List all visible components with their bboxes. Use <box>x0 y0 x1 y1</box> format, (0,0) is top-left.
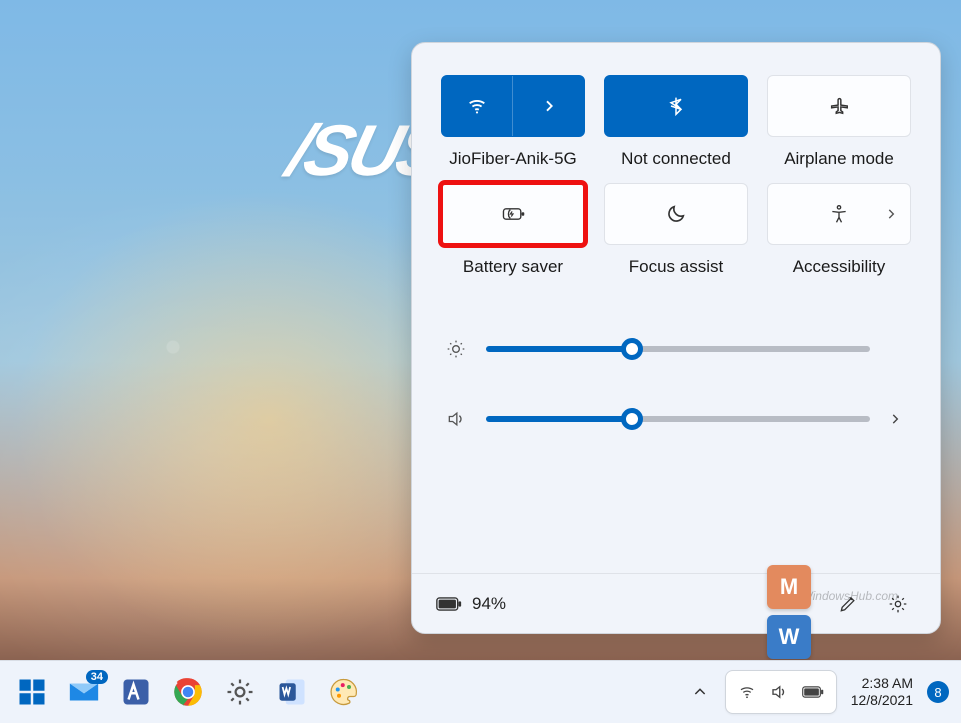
chevron-right-icon <box>884 207 898 221</box>
speaker-tray-icon <box>770 683 788 701</box>
mail-badge: 34 <box>86 670 108 684</box>
paint-app[interactable] <box>320 668 368 716</box>
accessibility-label: Accessibility <box>793 257 886 277</box>
brightness-slider-thumb[interactable] <box>621 338 643 360</box>
wifi-tile[interactable] <box>441 75 585 137</box>
accessibility-tile[interactable] <box>767 183 911 245</box>
bluetooth-icon <box>666 96 686 116</box>
battery-saver-label: Battery saver <box>463 257 563 277</box>
focus-assist-tile[interactable] <box>604 183 748 245</box>
airplane-mode-label: Airplane mode <box>784 149 894 169</box>
battery-icon <box>436 596 462 612</box>
system-tray[interactable] <box>725 670 837 714</box>
watermark-logo: M W <box>767 565 811 665</box>
chrome-icon <box>173 677 203 707</box>
volume-slider-thumb[interactable] <box>621 408 643 430</box>
taskbar-date: 12/8/2021 <box>851 692 913 710</box>
battery-saver-tile[interactable] <box>441 183 585 245</box>
volume-row <box>446 395 906 443</box>
battery-saver-icon <box>500 204 526 224</box>
battery-status[interactable]: 94% <box>436 594 506 614</box>
quick-settings-panel: JioFiber-Anik-5G Not connected Airplane … <box>411 42 941 634</box>
word-app[interactable] <box>268 668 316 716</box>
sliders-section <box>412 285 940 475</box>
brightness-row <box>446 325 906 373</box>
chrome-app[interactable] <box>164 668 212 716</box>
chevron-right-icon <box>541 98 557 114</box>
wifi-tray-icon <box>738 683 756 701</box>
start-button[interactable] <box>8 668 56 716</box>
bluetooth-tile[interactable] <box>604 75 748 137</box>
gear-icon <box>225 677 255 707</box>
app-icon <box>121 677 151 707</box>
watermark-w: W <box>767 615 811 659</box>
wifi-expand-button[interactable] <box>513 76 584 136</box>
word-icon <box>277 677 307 707</box>
accessibility-icon <box>829 204 849 224</box>
mail-app[interactable]: 34 <box>60 668 108 716</box>
airplane-icon <box>828 95 850 117</box>
speaker-icon <box>446 409 468 429</box>
focus-assist-label: Focus assist <box>629 257 723 277</box>
settings-app[interactable] <box>216 668 264 716</box>
volume-expand-button[interactable] <box>888 412 906 426</box>
windows-icon <box>17 677 47 707</box>
paint-icon <box>329 677 359 707</box>
watermark-m: M <box>767 565 811 609</box>
chevron-up-icon <box>692 684 708 700</box>
app-shortcut-1[interactable] <box>112 668 160 716</box>
volume-slider[interactable] <box>486 416 870 422</box>
battery-tray-icon <box>802 685 824 699</box>
show-hidden-icons[interactable] <box>683 668 717 716</box>
wifi-icon <box>466 95 488 117</box>
taskbar: 34 <box>0 660 961 723</box>
brightness-slider[interactable] <box>486 346 870 352</box>
taskbar-right: 2:38 AM 12/8/2021 8 <box>683 668 953 716</box>
brightness-icon <box>446 339 468 359</box>
taskbar-pinned-apps: 34 <box>8 668 368 716</box>
notification-center-button[interactable]: 8 <box>927 681 949 703</box>
wifi-toggle[interactable] <box>442 76 513 136</box>
bluetooth-label: Not connected <box>621 149 731 169</box>
taskbar-time: 2:38 AM <box>851 675 913 693</box>
battery-percent-text: 94% <box>472 594 506 614</box>
quick-settings-grid: JioFiber-Anik-5G Not connected Airplane … <box>412 43 940 285</box>
taskbar-clock[interactable]: 2:38 AM 12/8/2021 <box>851 675 913 710</box>
notification-count: 8 <box>934 685 941 700</box>
wifi-label: JioFiber-Anik-5G <box>449 149 577 169</box>
moon-icon <box>665 203 687 225</box>
airplane-mode-tile[interactable] <box>767 75 911 137</box>
quick-settings-footer: 94% <box>412 573 940 633</box>
